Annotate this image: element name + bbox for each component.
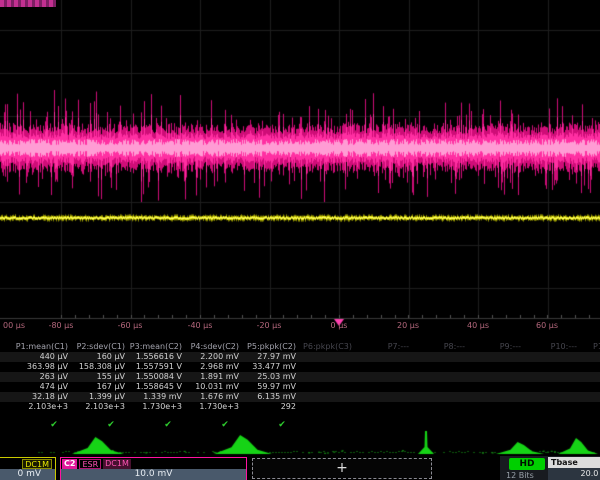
measure-cell: 292: [224, 402, 296, 411]
measure-cell: 27.97 mV: [224, 352, 296, 361]
c1-scale-value: 0 mV: [0, 469, 55, 480]
time-tick-label: 00 µs: [3, 321, 25, 330]
time-tick-label: 40 µs: [467, 321, 489, 330]
channel-c2-descriptor[interactable]: C2ESRDC1M 10.0 mV: [60, 457, 247, 480]
c1-coupling-badge: DC1M: [22, 459, 52, 469]
hd-mode-badge[interactable]: HD: [509, 458, 545, 470]
c1-coupling-row: DC1M: [0, 458, 55, 469]
param-header-unused: P11:---: [593, 342, 600, 351]
timebase-descriptor[interactable]: Tbase: [548, 457, 600, 468]
measure-cell: 59.97 mV: [224, 382, 296, 391]
param-header-unused: P10:---: [505, 342, 577, 351]
status-check-icon: ✔: [50, 420, 58, 430]
c2-coupling-badge: DC1M: [103, 459, 131, 469]
time-tick-label: -80 µs: [49, 321, 74, 330]
measure-cell: 25.03 mV: [224, 372, 296, 381]
hd-bits-label: 12 Bits: [506, 471, 534, 480]
status-check-icon: ✔: [107, 420, 115, 430]
c2-channel-badge: C2: [62, 459, 77, 469]
plus-icon: +: [336, 460, 348, 476]
add-trace-button[interactable]: +: [252, 458, 432, 479]
c2-esr-badge: ESR: [79, 459, 101, 469]
time-tick-label: -60 µs: [118, 321, 143, 330]
time-axis: 00 µs -80 µs -60 µs -40 µs -20 µs 0 µs 20 µs 40…: [0, 320, 600, 334]
measurement-table: P1:mean(C1)P2:sdev(C1)P3:mean(C2)P4:sdev…: [0, 342, 600, 434]
measure-cell: 33.477 mV: [224, 362, 296, 371]
c2-badges-row: C2ESRDC1M: [61, 458, 246, 469]
time-tick-label: -20 µs: [257, 321, 282, 330]
timebase-value: 20.0 µ: [548, 468, 600, 480]
status-check-icon: ✔: [278, 420, 286, 430]
time-tick-label: 20 µs: [397, 321, 419, 330]
top-trace-label-badge: [0, 0, 56, 7]
oscilloscope-screen: 00 µs -80 µs -60 µs -40 µs -20 µs 0 µs 20 µs 40…: [0, 0, 600, 480]
channel-c1-descriptor[interactable]: DC1M 0 mV: [0, 457, 56, 480]
measure-cell: 6.135 mV: [224, 392, 296, 401]
c2-scale-value: 10.0 mV: [61, 469, 246, 480]
time-tick-label: 0 µs: [331, 321, 348, 330]
status-check-icon: ✔: [221, 420, 229, 430]
time-tick-label: 60 µs: [536, 321, 558, 330]
status-check-icon: ✔: [164, 420, 172, 430]
time-tick-label: -40 µs: [188, 321, 213, 330]
